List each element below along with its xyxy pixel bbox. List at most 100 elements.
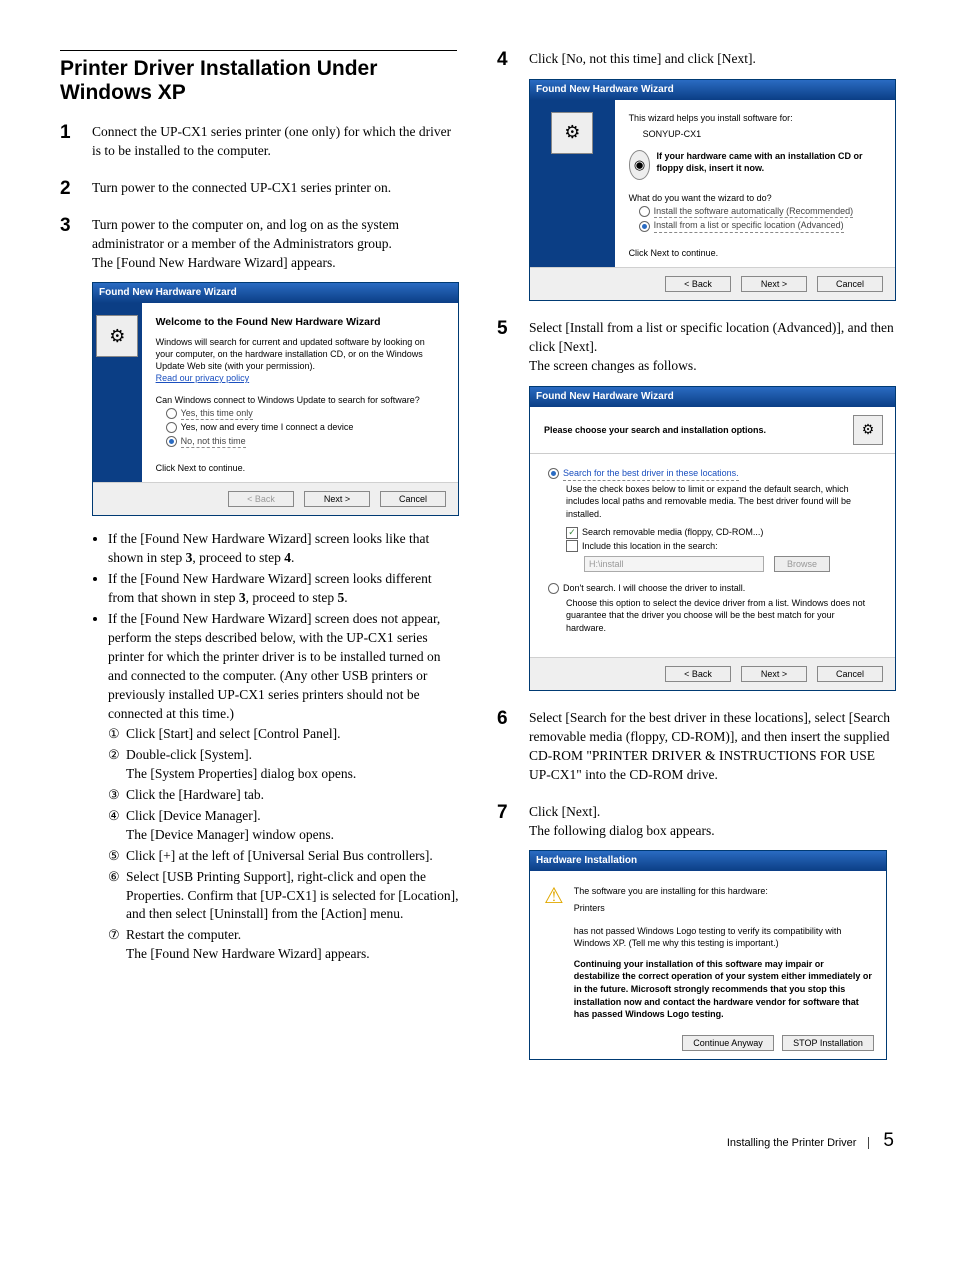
step-4-text: Click [No, not this time] and click [Nex… <box>529 50 896 69</box>
substep-2-num: ② <box>108 746 126 784</box>
substep-7b: The [Found New Hardware Wizard] appears. <box>126 946 370 961</box>
wizard-side-panel: ⚙ <box>93 303 142 481</box>
radio-yes-always[interactable] <box>166 422 177 433</box>
step-7-text: Click [Next]. <box>529 803 894 822</box>
alert-line1: The software you are installing for this… <box>574 885 872 898</box>
step-5-result: The screen changes as follows. <box>529 357 896 376</box>
substep-5: Click [+] at the left of [Universal Seri… <box>126 847 459 866</box>
alert-line2: Printers <box>574 902 872 915</box>
cancel-button[interactable]: Cancel <box>817 276 883 293</box>
alert-line3: has not passed Windows Logo testing to v… <box>574 925 872 950</box>
substep-5-num: ⑤ <box>108 847 126 866</box>
wizard-continue-text: Click Next to continue. <box>156 462 444 474</box>
back-button[interactable]: < Back <box>665 666 731 683</box>
opt1-desc: Use the check boxes below to limit or ex… <box>566 483 877 521</box>
hardware-installation-alert: Hardware Installation ⚠ The software you… <box>529 850 887 1060</box>
step-number-3: 3 <box>60 216 92 235</box>
substep-2a: Double-click [System]. <box>126 747 252 762</box>
browse-button: Browse <box>774 556 830 573</box>
wizard2-cd-prompt: If your hardware came with an installati… <box>656 150 881 174</box>
radio-yes-once[interactable] <box>166 408 177 419</box>
step-3-text: Turn power to the computer on, and log o… <box>92 216 459 254</box>
substep-3-num: ③ <box>108 786 126 805</box>
step-number-2: 2 <box>60 179 92 198</box>
device-icon: ⚙ <box>96 315 138 357</box>
wizard-heading: Welcome to the Found New Hardware Wizard <box>156 315 444 329</box>
next-button[interactable]: Next > <box>741 276 807 293</box>
radio-yes-always-label: Yes, now and every time I connect a devi… <box>181 421 354 433</box>
opt2-desc: Choose this option to select the device … <box>566 597 877 635</box>
wizard2-continue: Click Next to continue. <box>629 247 881 259</box>
checkbox-removable-media[interactable]: ✓ <box>566 527 578 539</box>
cancel-button[interactable]: Cancel <box>817 666 883 683</box>
step-3-result: The [Found New Hardware Wizard] appears. <box>92 254 459 273</box>
cancel-button[interactable]: Cancel <box>380 491 446 508</box>
back-button: < Back <box>228 491 294 508</box>
substep-7-num: ⑦ <box>108 926 126 964</box>
wizard2-intro: This wizard helps you install software f… <box>629 112 881 124</box>
wizard-question: Can Windows connect to Windows Update to… <box>156 394 444 406</box>
substep-6: Select [USB Printing Support], right-cli… <box>126 868 459 925</box>
step-6-text: Select [Search for the best driver in th… <box>529 709 894 785</box>
radio-auto-install[interactable] <box>639 206 650 217</box>
radio-dont-search[interactable] <box>548 583 559 594</box>
checkbox-removable-label: Search removable media (floppy, CD-ROM..… <box>582 526 763 539</box>
wizard-paragraph: Windows will search for current and upda… <box>156 336 444 372</box>
step-number-4: 4 <box>497 50 529 69</box>
wizard3-header: Please choose your search and installati… <box>544 424 766 437</box>
next-button[interactable]: Next > <box>304 491 370 508</box>
radio-no[interactable] <box>166 436 177 447</box>
wizard-welcome-dialog: Found New Hardware Wizard ⚙ Welcome to t… <box>92 282 459 516</box>
radio-auto-label: Install the software automatically (Reco… <box>654 205 854 218</box>
step-number-1: 1 <box>60 123 92 142</box>
bullet-2: If the [Found New Hardware Wizard] scree… <box>108 570 459 608</box>
step-number-7: 7 <box>497 803 529 822</box>
radio-list-label: Install from a list or specific location… <box>654 219 844 232</box>
checkbox-include-label: Include this location in the search: <box>582 540 718 553</box>
bullet-1: If the [Found New Hardware Wizard] scree… <box>108 530 459 568</box>
substep-1-num: ① <box>108 725 126 744</box>
step-1-text: Connect the UP-CX1 series printer (one o… <box>92 123 457 161</box>
page-number: 5 <box>883 1130 894 1152</box>
substep-7a: Restart the computer. <box>126 927 241 942</box>
radio-list-install[interactable] <box>639 221 650 232</box>
alert-bold-warning: Continuing your installation of this sof… <box>574 959 872 1019</box>
wizard-install-method-dialog: Found New Hardware Wizard ⚙ This wizard … <box>529 79 896 301</box>
radio-yes-once-label: Yes, this time only <box>181 407 253 420</box>
wizard2-titlebar: Found New Hardware Wizard <box>530 80 895 100</box>
device-icon: ⚙ <box>551 112 593 154</box>
substep-4b: The [Device Manager] window opens. <box>126 827 334 842</box>
stop-installation-button[interactable]: STOP Installation <box>782 1035 874 1052</box>
device-icon: ⚙ <box>853 415 883 445</box>
radio-search-best-label: Search for the best driver in these loca… <box>563 467 739 481</box>
radio-dont-search-label: Don't search. I will choose the driver t… <box>563 582 745 595</box>
footer-section-label: Installing the Printer Driver <box>727 1137 870 1149</box>
substep-4-num: ④ <box>108 807 126 845</box>
location-path-input[interactable]: H:\install <box>584 556 764 573</box>
substep-1: Click [Start] and select [Control Panel]… <box>126 725 459 744</box>
section-heading: Printer Driver Installation Under Window… <box>60 50 457 105</box>
back-button[interactable]: < Back <box>665 276 731 293</box>
bullet-3: If the [Found New Hardware Wizard] scree… <box>108 610 459 964</box>
next-button[interactable]: Next > <box>741 666 807 683</box>
step-number-5: 5 <box>497 319 529 338</box>
substep-4a: Click [Device Manager]. <box>126 808 261 823</box>
radio-no-label: No, not this time <box>181 435 246 448</box>
alert-titlebar: Hardware Installation <box>530 851 886 871</box>
wizard-search-options-dialog: Found New Hardware Wizard Please choose … <box>529 386 896 691</box>
continue-anyway-button[interactable]: Continue Anyway <box>682 1035 774 1052</box>
radio-search-best[interactable] <box>548 468 559 479</box>
wizard2-side-panel: ⚙ <box>530 100 615 267</box>
substep-3: Click the [Hardware] tab. <box>126 786 459 805</box>
logo-testing-link[interactable]: Tell me why this testing is important. <box>632 938 776 948</box>
privacy-policy-link[interactable]: Read our privacy policy <box>156 373 250 383</box>
wizard-titlebar: Found New Hardware Wizard <box>93 283 458 303</box>
substep-6-num: ⑥ <box>108 868 126 925</box>
cd-icon: ◉ <box>629 150 651 180</box>
step-number-6: 6 <box>497 709 529 728</box>
warning-icon: ⚠ <box>544 885 564 1020</box>
checkbox-include-location[interactable] <box>566 540 578 552</box>
substep-2b: The [System Properties] dialog box opens… <box>126 766 356 781</box>
wizard2-device: SONYUP-CX1 <box>643 128 881 140</box>
step-5-text: Select [Install from a list or specific … <box>529 319 896 357</box>
